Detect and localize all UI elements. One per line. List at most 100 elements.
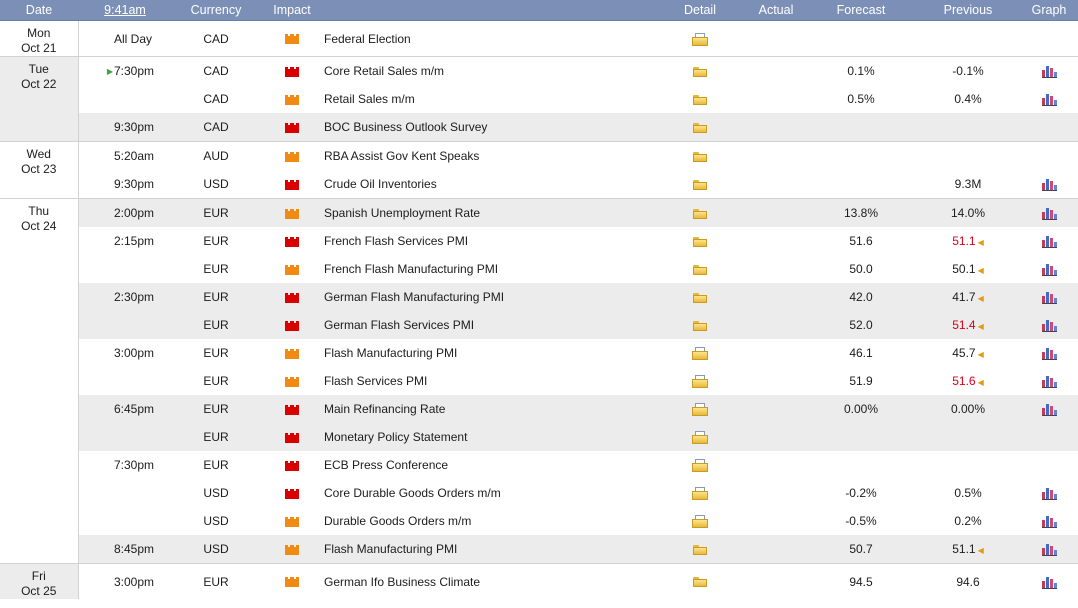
- impact-cell[interactable]: [260, 311, 324, 339]
- graph-cell[interactable]: [1020, 339, 1078, 367]
- col-time[interactable]: 9:41am: [78, 0, 172, 21]
- event-cell[interactable]: French Flash Manufacturing PMI: [324, 255, 654, 283]
- graph-cell[interactable]: [1020, 170, 1078, 199]
- table-row[interactable]: EUR French Flash Manufacturing PMI 50.0 50.…: [0, 255, 1078, 283]
- folder-icon[interactable]: [693, 320, 707, 331]
- bar-chart-icon[interactable]: [1041, 207, 1057, 221]
- graph-cell[interactable]: [1020, 451, 1078, 479]
- detail-cell[interactable]: [654, 535, 746, 564]
- medium-impact-icon[interactable]: [285, 516, 299, 527]
- detail-cell[interactable]: [654, 311, 746, 339]
- impact-cell[interactable]: [260, 227, 324, 255]
- detail-cell[interactable]: [654, 423, 746, 451]
- medium-impact-icon[interactable]: [285, 264, 299, 275]
- col-currency[interactable]: Currency: [172, 0, 260, 21]
- impact-cell[interactable]: [260, 170, 324, 199]
- bar-chart-icon[interactable]: [1041, 319, 1057, 333]
- graph-cell[interactable]: [1020, 85, 1078, 113]
- bar-chart-icon[interactable]: [1041, 487, 1057, 501]
- event-cell[interactable]: BOC Business Outlook Survey: [324, 113, 654, 142]
- bar-chart-icon[interactable]: [1041, 403, 1057, 417]
- table-row[interactable]: Tue Oct 22 ▶7:30pm CAD Core Retail Sales m/m…: [0, 56, 1078, 142]
- col-forecast[interactable]: Forecast: [806, 0, 916, 21]
- graph-cell[interactable]: [1020, 283, 1078, 311]
- graph-cell[interactable]: [1020, 395, 1078, 423]
- impact-cell[interactable]: [260, 20, 324, 57]
- col-date[interactable]: Date: [0, 0, 78, 21]
- detail-cell[interactable]: [654, 141, 746, 170]
- impact-cell[interactable]: [260, 339, 324, 367]
- event-cell[interactable]: Core Retail Sales m/m: [324, 56, 654, 85]
- medium-impact-icon[interactable]: [285, 94, 299, 105]
- medium-impact-icon[interactable]: [285, 544, 299, 555]
- table-row[interactable]: 2:30pm EUR German Flash Manufacturing PMI 4…: [0, 283, 1078, 311]
- high-impact-icon[interactable]: [285, 66, 299, 77]
- detail-cell[interactable]: [654, 20, 746, 57]
- table-row[interactable]: 9:30pm USD Crude Oil Inventories 9.3M: [0, 170, 1078, 199]
- folder-document-icon[interactable]: [692, 32, 708, 46]
- table-row[interactable]: Mon Oct 21 All Day CAD Federal Election: [0, 20, 1078, 57]
- folder-icon[interactable]: [693, 577, 707, 588]
- event-cell[interactable]: Monetary Policy Statement: [324, 423, 654, 451]
- event-cell[interactable]: Core Durable Goods Orders m/m: [324, 479, 654, 507]
- table-row[interactable]: Fri Oct 25 3:00pm EUR German Ifo Business Cl…: [0, 563, 1078, 599]
- graph-cell[interactable]: [1020, 535, 1078, 564]
- bar-chart-icon[interactable]: [1041, 65, 1057, 79]
- graph-cell[interactable]: [1020, 56, 1078, 85]
- table-row[interactable]: EUR Flash Services PMI 51.9 51.6 ◀: [0, 367, 1078, 395]
- event-cell[interactable]: German Ifo Business Climate: [324, 563, 654, 599]
- table-row[interactable]: CAD Retail Sales m/m 0.5% 0.4%: [0, 85, 1078, 113]
- detail-cell[interactable]: [654, 479, 746, 507]
- high-impact-icon[interactable]: [285, 236, 299, 247]
- medium-impact-icon[interactable]: [285, 348, 299, 359]
- folder-document-icon[interactable]: [692, 375, 708, 389]
- detail-cell[interactable]: [654, 170, 746, 199]
- impact-cell[interactable]: [260, 563, 324, 599]
- graph-cell[interactable]: [1020, 423, 1078, 451]
- impact-cell[interactable]: [260, 535, 324, 564]
- event-cell[interactable]: Flash Services PMI: [324, 367, 654, 395]
- impact-cell[interactable]: [260, 395, 324, 423]
- detail-cell[interactable]: [654, 339, 746, 367]
- table-row[interactable]: 3:00pm EUR Flash Manufacturing PMI 46.1 45.7…: [0, 339, 1078, 367]
- graph-cell[interactable]: [1020, 227, 1078, 255]
- table-row[interactable]: USD Durable Goods Orders m/m -0.5% 0.2%: [0, 507, 1078, 535]
- event-cell[interactable]: German Flash Services PMI: [324, 311, 654, 339]
- detail-cell[interactable]: [654, 227, 746, 255]
- table-row[interactable]: 9:30pm CAD BOC Business Outlook Survey: [0, 113, 1078, 142]
- col-impact[interactable]: Impact: [260, 0, 324, 21]
- graph-cell[interactable]: [1020, 563, 1078, 599]
- folder-icon[interactable]: [693, 151, 707, 162]
- detail-cell[interactable]: [654, 113, 746, 142]
- impact-cell[interactable]: [260, 367, 324, 395]
- high-impact-icon[interactable]: [285, 432, 299, 443]
- detail-cell[interactable]: [654, 56, 746, 85]
- event-cell[interactable]: Retail Sales m/m: [324, 85, 654, 113]
- event-cell[interactable]: ECB Press Conference: [324, 451, 654, 479]
- impact-cell[interactable]: [260, 255, 324, 283]
- event-cell[interactable]: Flash Manufacturing PMI: [324, 535, 654, 564]
- detail-cell[interactable]: [654, 198, 746, 227]
- high-impact-icon[interactable]: [285, 460, 299, 471]
- impact-cell[interactable]: [260, 451, 324, 479]
- detail-cell[interactable]: [654, 451, 746, 479]
- graph-cell[interactable]: [1020, 255, 1078, 283]
- detail-cell[interactable]: [654, 283, 746, 311]
- graph-cell[interactable]: [1020, 479, 1078, 507]
- detail-cell[interactable]: [654, 395, 746, 423]
- event-cell[interactable]: French Flash Services PMI: [324, 227, 654, 255]
- bar-chart-icon[interactable]: [1041, 291, 1057, 305]
- graph-cell[interactable]: [1020, 367, 1078, 395]
- folder-icon[interactable]: [693, 236, 707, 247]
- graph-cell[interactable]: [1020, 311, 1078, 339]
- bar-chart-icon[interactable]: [1041, 576, 1057, 589]
- table-row[interactable]: Wed Oct 23 5:20am AUD RBA Assist Gov Kent Sp…: [0, 141, 1078, 199]
- table-row[interactable]: 2:15pm EUR French Flash Services PMI 51.6 51…: [0, 227, 1078, 255]
- event-cell[interactable]: German Flash Manufacturing PMI: [324, 283, 654, 311]
- impact-cell[interactable]: [260, 507, 324, 535]
- impact-cell[interactable]: [260, 56, 324, 85]
- folder-icon[interactable]: [693, 264, 707, 275]
- graph-cell[interactable]: [1020, 198, 1078, 227]
- high-impact-icon[interactable]: [285, 320, 299, 331]
- table-row[interactable]: 6:45pm EUR Main Refinancing Rate 0.00% 0.00%: [0, 395, 1078, 423]
